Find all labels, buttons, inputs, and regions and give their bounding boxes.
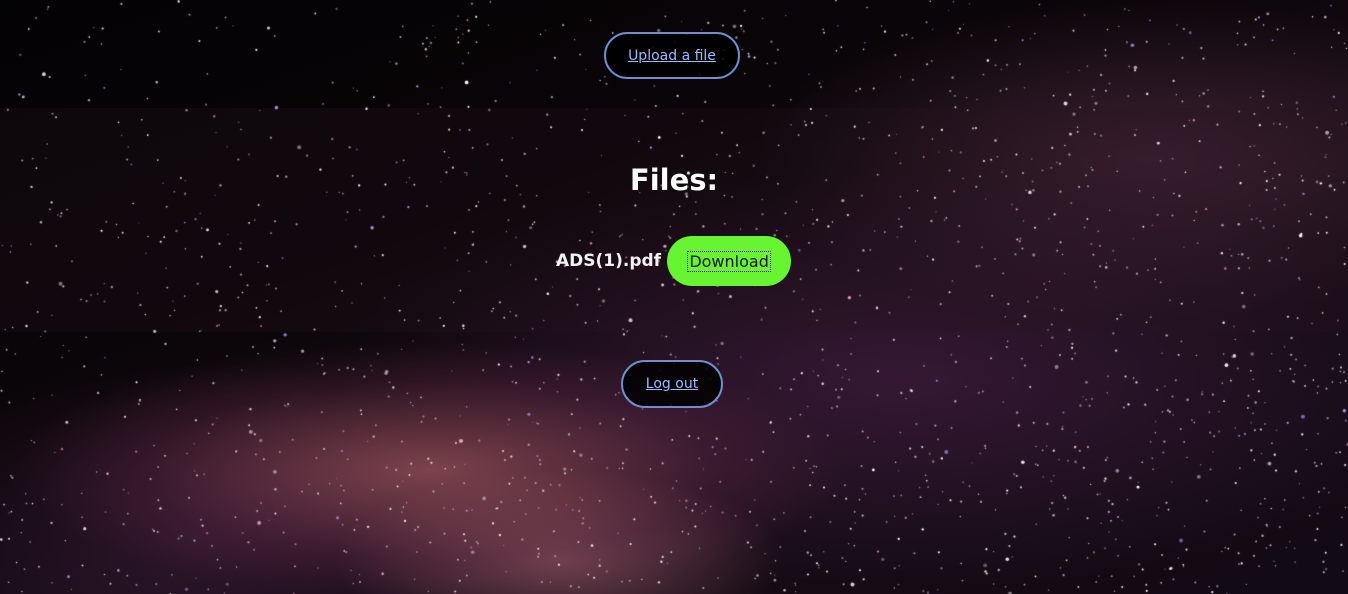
files-heading: Files: — [629, 163, 719, 197]
file-name: ADS(1).pdf — [556, 251, 662, 271]
download-button[interactable]: Download — [667, 236, 792, 286]
logout-link[interactable]: Log out — [621, 360, 723, 408]
download-button-label: Download — [687, 250, 771, 272]
file-row: ADS(1).pdf Download — [556, 236, 792, 286]
upload-file-link[interactable]: Upload a file — [604, 32, 740, 79]
page-content: Upload a file Files: ADS(1).pdf Download… — [0, 0, 1348, 594]
